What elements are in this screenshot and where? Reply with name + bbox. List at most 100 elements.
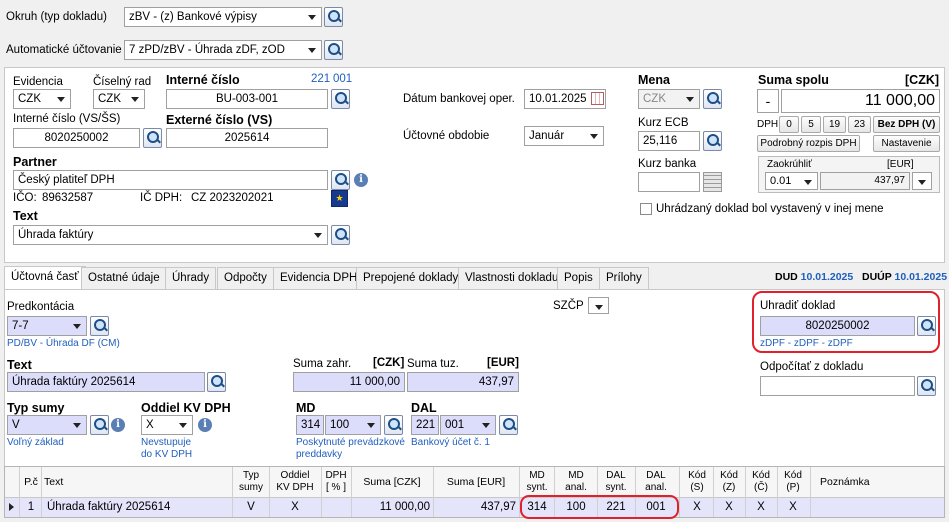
typ-sumy-lookup-icon[interactable] bbox=[90, 415, 109, 435]
col-oddiel-2[interactable]: KV DPH bbox=[270, 482, 320, 493]
tab-uctovna-cast[interactable]: Účtovná časť bbox=[4, 266, 86, 290]
dal-lookup-icon[interactable] bbox=[499, 415, 518, 435]
md-lookup-icon[interactable] bbox=[384, 415, 403, 435]
col-pc[interactable]: P.č bbox=[22, 476, 40, 488]
dal-desc: Bankový účet č. 1 bbox=[411, 437, 490, 448]
ciselny-rad-select[interactable]: CZK bbox=[93, 89, 145, 109]
suma-sign-button[interactable]: - bbox=[757, 89, 779, 113]
oddiel-info-icon[interactable]: i bbox=[198, 418, 212, 432]
interne-vs-field[interactable]: 8020250002 bbox=[13, 128, 140, 148]
col-dal-anal-1[interactable]: DAL bbox=[636, 470, 676, 481]
typ-sumy-info-icon[interactable]: i bbox=[111, 418, 125, 432]
kurz-ecb-field[interactable]: 25,116 bbox=[638, 131, 700, 151]
col-kod-z-2[interactable]: (Z) bbox=[714, 482, 744, 493]
kurz-ecb-lookup-icon[interactable] bbox=[703, 131, 722, 151]
col-md-synt-1[interactable]: MD bbox=[522, 470, 552, 481]
interne-vs-lookup-icon[interactable] bbox=[143, 128, 162, 148]
partner-info-icon[interactable]: i bbox=[354, 173, 368, 187]
uhradzany-checkbox[interactable] bbox=[640, 203, 652, 215]
odpocitat-label: Odpočítať z dokladu bbox=[760, 361, 864, 373]
duup-label: DUÚP bbox=[862, 271, 892, 283]
tab-vlastnosti-dokladu[interactable]: Vlastnosti dokladu bbox=[458, 267, 566, 289]
suma-zahr-field[interactable]: 11 000,00 bbox=[293, 372, 405, 392]
tab-prilohy[interactable]: Prílohy bbox=[599, 267, 649, 289]
zaokruhlit-dropdown-button[interactable] bbox=[912, 172, 932, 190]
mena-select[interactable]: CZK bbox=[638, 89, 700, 109]
col-md-synt-2[interactable]: synt. bbox=[522, 482, 552, 493]
interne-cislo-label: Interné číslo bbox=[166, 73, 240, 87]
col-text[interactable]: Text bbox=[44, 476, 84, 488]
text-select[interactable]: Úhrada faktúry bbox=[13, 225, 328, 245]
tab-evidencia-dph[interactable]: Evidencia DPH bbox=[273, 267, 365, 289]
calendar-icon[interactable] bbox=[591, 92, 604, 105]
dal-synt-field[interactable]: 221 bbox=[411, 415, 439, 435]
dph-rate-0-button[interactable]: 0 bbox=[779, 116, 799, 133]
col-dal-synt-1[interactable]: DAL bbox=[598, 470, 634, 481]
posting-text-field[interactable]: Úhrada faktúry 2025614 bbox=[7, 372, 205, 392]
col-md-anal-1[interactable]: MD bbox=[556, 470, 596, 481]
suma-spolu-field[interactable]: 11 000,00 bbox=[781, 89, 940, 113]
calculator-icon[interactable] bbox=[703, 172, 722, 192]
okruh-lookup-icon[interactable] bbox=[324, 7, 343, 27]
col-kod-s-2[interactable]: (S) bbox=[682, 482, 712, 493]
interne-cislo-lookup-icon[interactable] bbox=[331, 89, 350, 109]
col-suma-czk[interactable]: Suma [CZK] bbox=[352, 476, 432, 488]
auto-uctovanie-lookup-icon[interactable] bbox=[324, 40, 343, 60]
col-typ-2[interactable]: sumy bbox=[234, 482, 268, 493]
posting-text-lookup-icon[interactable] bbox=[207, 372, 226, 392]
col-poznamka[interactable]: Poznámka bbox=[820, 476, 880, 488]
col-kod-s-1[interactable]: Kód bbox=[682, 470, 712, 481]
col-dph-1[interactable]: DPH bbox=[322, 470, 350, 481]
dph-rate-19-button[interactable]: 19 bbox=[823, 116, 846, 133]
obdobie-select[interactable]: Január bbox=[524, 126, 604, 146]
col-suma-eur[interactable]: Suma [EUR] bbox=[434, 476, 518, 488]
mena-lookup-icon[interactable] bbox=[703, 89, 722, 109]
col-md-anal-2[interactable]: anal. bbox=[556, 482, 596, 493]
odpocitat-field[interactable] bbox=[760, 376, 915, 396]
typ-sumy-select[interactable]: V bbox=[7, 415, 87, 435]
col-kod-c-2[interactable]: (Č) bbox=[746, 482, 776, 493]
col-dal-synt-2[interactable]: synt. bbox=[598, 482, 634, 493]
zaokruhlit-select[interactable]: 0.01 bbox=[765, 172, 818, 190]
dph-rate-5-button[interactable]: 5 bbox=[801, 116, 821, 133]
tab-popis[interactable]: Popis bbox=[557, 267, 600, 289]
suma-spolu-label: Suma spolu bbox=[758, 73, 829, 87]
partner-field[interactable]: Český platiteľ DPH bbox=[13, 170, 328, 190]
okruh-select[interactable]: zBV - (z) Bankové výpisy bbox=[124, 7, 322, 27]
partner-lookup-icon[interactable] bbox=[331, 170, 350, 190]
predkontacia-select[interactable]: 7-7 bbox=[7, 316, 87, 336]
tab-odpocty[interactable]: Odpočty bbox=[217, 267, 274, 289]
col-kod-p-1[interactable]: Kód bbox=[778, 470, 808, 481]
odpocitat-lookup-icon[interactable] bbox=[917, 376, 936, 396]
nastavenie-button[interactable]: Nastavenie bbox=[873, 135, 940, 152]
rozpis-dph-button[interactable]: Podrobný rozpis DPH bbox=[757, 135, 860, 152]
dal-anal-select[interactable]: 001 bbox=[440, 415, 496, 435]
oddiel-select[interactable]: X bbox=[141, 415, 193, 435]
evidencia-select[interactable]: CZK bbox=[13, 89, 71, 109]
auto-uctovanie-label: Automatické účtovanie bbox=[6, 44, 122, 56]
szcp-dropdown-button[interactable] bbox=[588, 297, 609, 314]
col-kod-c-1[interactable]: Kód bbox=[746, 470, 776, 481]
md-synt-field[interactable]: 314 bbox=[296, 415, 324, 435]
suma-tuz-field[interactable]: 437,97 bbox=[407, 372, 519, 392]
kurz-banka-field[interactable] bbox=[638, 172, 700, 192]
interne-cislo-field[interactable]: BU-003-001 bbox=[166, 89, 328, 109]
col-typ-1[interactable]: Typ bbox=[234, 470, 268, 481]
text-lookup-icon[interactable] bbox=[331, 225, 350, 245]
externe-cislo-field[interactable]: 2025614 bbox=[166, 128, 328, 148]
dph-rate-23-button[interactable]: 23 bbox=[848, 116, 871, 133]
md-anal-select[interactable]: 100 bbox=[325, 415, 381, 435]
col-oddiel-1[interactable]: Oddiel bbox=[270, 470, 320, 481]
bez-dph-button[interactable]: Bez DPH (V) bbox=[873, 116, 940, 133]
predkontacia-lookup-icon[interactable] bbox=[90, 316, 109, 336]
col-kod-p-2[interactable]: (P) bbox=[778, 482, 808, 493]
col-dal-anal-2[interactable]: anal. bbox=[636, 482, 676, 493]
eu-flag-icon[interactable]: ★ bbox=[331, 190, 348, 207]
tab-prepojene-doklady[interactable]: Prepojené doklady bbox=[356, 267, 466, 289]
col-kod-z-1[interactable]: Kód bbox=[714, 470, 744, 481]
col-dph-2[interactable]: [ % ] bbox=[322, 482, 350, 493]
grid-divider bbox=[41, 467, 42, 517]
tab-uhrady[interactable]: Úhrady bbox=[165, 267, 217, 289]
auto-uctovanie-select[interactable]: 7 zPD/zBV - Úhrada zDF, zOD bbox=[124, 40, 322, 60]
tab-ostatne-udaje[interactable]: Ostatné údaje bbox=[81, 267, 167, 289]
